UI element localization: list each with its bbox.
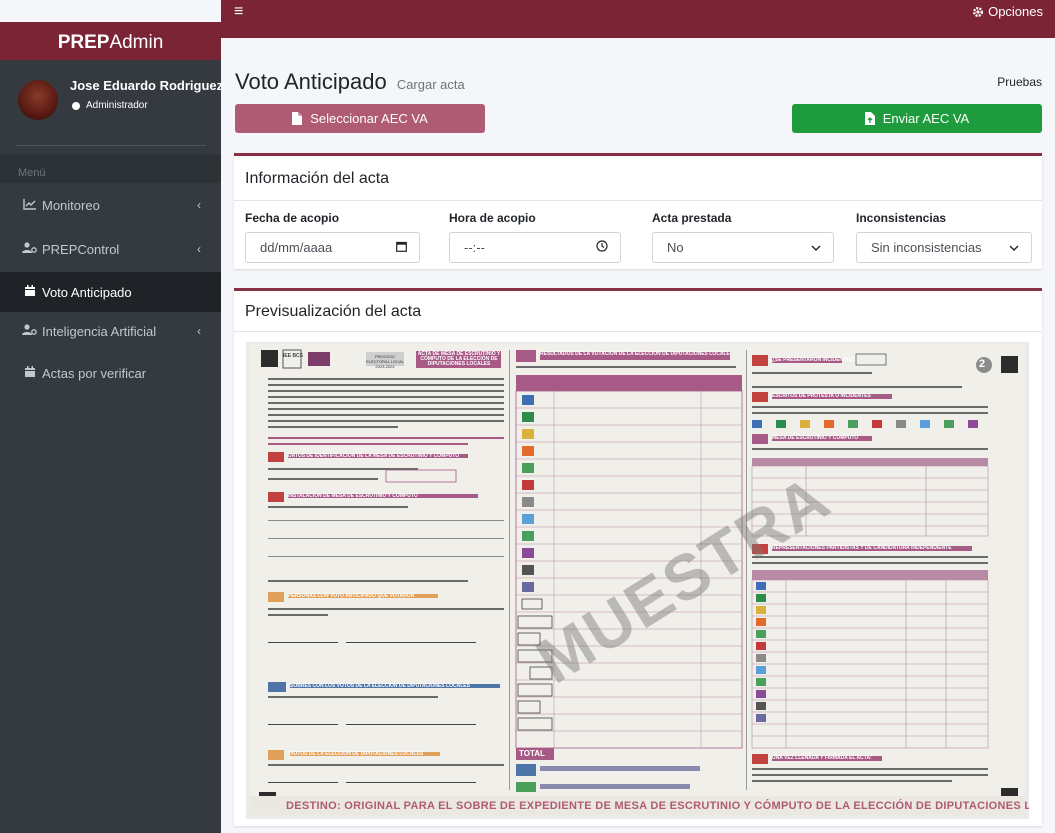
acta-preview-image: ACTA DE MESA DE ESCRUTINIO Y CÓMPUTO DE … — [246, 342, 1029, 819]
acta-prestada-label: Acta prestada — [652, 211, 732, 225]
chevron-down-icon — [1009, 241, 1019, 255]
sidebar-item-actas-por-verificar[interactable]: Actas por verificar — [0, 353, 221, 393]
sidebar-item-inteligencia-artificial[interactable]: Inteligencia Artificial ‹ — [0, 311, 221, 351]
user-role-label: Administrador — [86, 100, 148, 111]
sidebar-item-voto-anticipado[interactable]: Voto Anticipado — [0, 272, 221, 312]
chevron-left-icon: ‹ — [197, 324, 201, 338]
status-dot-icon — [72, 101, 80, 110]
chevron-down-icon — [811, 241, 821, 255]
sidebar-item-label: Voto Anticipado — [42, 284, 132, 300]
chevron-left-icon: ‹ — [197, 242, 201, 256]
acta-process-label: PROCESO ELECTORAL LOCAL 2023-2024 — [366, 354, 404, 369]
calendar-icon — [22, 284, 38, 300]
hamburger-icon[interactable]: ≡ — [234, 4, 243, 20]
top-navbar: ≡ Opciones — [221, 0, 1055, 38]
chevron-left-icon: ‹ — [197, 198, 201, 212]
acta-protest-title: ESCRITOS DE PROTESTA O INCIDENTES — [772, 393, 871, 399]
calendar-icon[interactable] — [396, 241, 407, 255]
acta-page-number: 2 — [979, 358, 986, 370]
page-title-text: Voto Anticipado — [235, 69, 387, 94]
divider — [234, 331, 1042, 332]
hora-label: Hora de acopio — [449, 211, 536, 225]
send-aec-button[interactable]: Enviar AEC VA — [792, 104, 1042, 133]
info-card: Información del acta Fecha de acopio dd/… — [234, 153, 1042, 269]
acta-logo: IEE BCS — [283, 353, 304, 359]
acta-header-title: ACTA DE MESA DE ESCRUTINIO Y CÓMPUTO DE … — [417, 351, 501, 367]
page-subtitle: Cargar acta — [396, 77, 465, 92]
preview-card-title: Previsualización del acta — [245, 303, 422, 320]
acta-section-3: PERSONAS CON VOTO ANTICIPADO QUE VOTARON — [288, 593, 415, 599]
breadcrumb[interactable]: Pruebas — [997, 75, 1042, 89]
user-name[interactable]: Jose Eduardo Rodriguez — [70, 78, 221, 93]
acta-mesa-title: MESA DE ESCRUTINIO Y CÓMPUTO — [772, 435, 859, 441]
inconsistencias-value: Sin inconsistencias — [871, 240, 982, 255]
acta-results-title: RESULTADOS DE LA VOTACIÓN DE LA ELECCIÓN… — [540, 351, 730, 357]
acta-prestada-value: No — [667, 240, 684, 255]
send-aec-label: Enviar AEC VA — [882, 111, 970, 126]
sidebar-item-monitoreo[interactable]: Monitoreo ‹ — [0, 185, 221, 225]
sidebar-item-label: Actas por verificar — [42, 365, 147, 381]
acta-total-label: TOTAL — [519, 749, 545, 758]
calendar-icon — [22, 365, 38, 381]
users-cog-icon — [22, 323, 38, 339]
user-role: Administrador — [72, 100, 148, 111]
brand-light: Admin — [109, 32, 164, 53]
users-cog-icon — [22, 241, 38, 257]
fecha-label: Fecha de acopio — [245, 211, 340, 225]
file-icon — [292, 112, 303, 125]
inconsistencias-select[interactable]: Sin inconsistencias — [856, 232, 1032, 263]
sidebar-item-prepcontrol[interactable]: PREPControl ‹ — [0, 229, 221, 269]
user-panel: Jose Eduardo Rodriguez Administrador — [0, 60, 221, 148]
sidebar: PREPAdmin Jose Eduardo Rodriguez Adminis… — [0, 22, 221, 833]
inconsistencias-label: Inconsistencias — [856, 211, 947, 225]
acta-incidents-title: ¿SE PRESENTARON INCIDENTES? — [772, 357, 856, 363]
select-aec-button[interactable]: Seleccionar AEC VA — [235, 104, 485, 133]
options-label: Opciones — [988, 4, 1043, 19]
select-aec-label: Seleccionar AEC VA — [310, 111, 428, 126]
avatar[interactable] — [18, 80, 58, 120]
menu-header: Menú — [18, 167, 46, 179]
sidebar-item-label: Inteligencia Artificial — [42, 323, 157, 339]
acta-section-5: VOTOS DE LA ELECCIÓN DE DIPUTACIONES LOC… — [290, 751, 424, 757]
hora-acopio-value: --:-- — [464, 240, 485, 255]
sidebar-item-label: Monitoreo — [42, 197, 100, 213]
fecha-acopio-input[interactable]: dd/mm/aaaa — [245, 232, 420, 263]
options-button[interactable]: Opciones — [972, 4, 1043, 19]
divider — [16, 145, 206, 146]
preview-card: Previsualización del acta ACTA DE MESA D… — [234, 288, 1042, 826]
file-upload-icon — [864, 112, 875, 125]
acta-section-1: DATOS DE IDENTIFICACIÓN DE LA MESA DE ES… — [288, 453, 460, 459]
info-card-title: Información del acta — [245, 170, 390, 187]
line-chart-icon — [22, 198, 38, 213]
acta-final-title: UNA VEZ LLENADA Y FIRMADA EL ACTA: — [772, 755, 872, 761]
page-title: Voto Anticipado Cargar acta — [235, 69, 465, 95]
divider — [234, 200, 1042, 201]
acta-section-4: SOBRES CON LOS VOTOS DE LA ELECCIÓN DE D… — [290, 683, 470, 689]
acta-footer: DESTINO: ORIGINAL PARA EL SOBRE DE EXPED… — [286, 800, 1029, 812]
brand-bold: PREP — [57, 32, 110, 53]
clock-icon[interactable] — [596, 240, 608, 255]
acta-section-2: INSTALACIÓN DE MESA DE ESCRUTINIO Y CÓMP… — [288, 493, 418, 499]
main-content: Voto Anticipado Cargar acta Pruebas Sele… — [221, 60, 1055, 833]
brand-bar: PREPAdmin — [0, 22, 221, 60]
sidebar-item-label: PREPControl — [42, 241, 120, 257]
acta-prestada-select[interactable]: No — [652, 232, 834, 263]
fecha-acopio-value: dd/mm/aaaa — [260, 240, 333, 255]
gear-icon — [973, 6, 984, 17]
hora-acopio-input[interactable]: --:-- — [449, 232, 621, 263]
brand-logo[interactable]: PREPAdmin — [0, 33, 221, 52]
